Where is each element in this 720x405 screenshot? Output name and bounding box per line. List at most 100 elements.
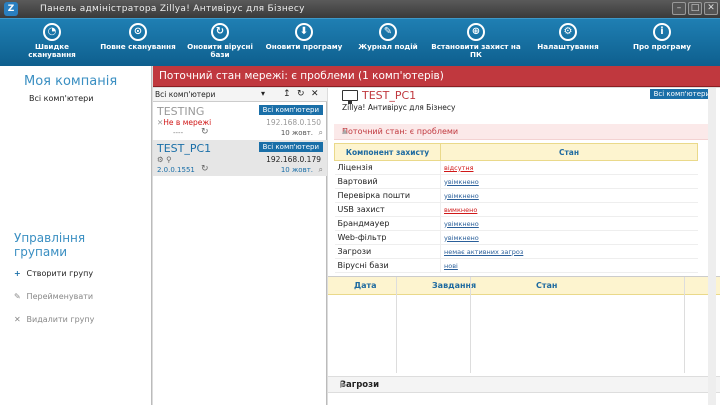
pin-icon[interactable]: ↥ [283,89,291,99]
all-computers-item[interactable]: Всі комп'ютери [29,94,93,103]
journal-button[interactable]: ✎ Журнал подій [350,19,426,67]
offline-status: ✕Не в мережі [157,118,212,127]
refresh-icon[interactable]: ↻ [201,164,209,174]
group-badge: Всі комп'ютери [258,105,323,115]
component-state-link[interactable]: увімкнено [440,230,698,245]
computer-list-panel: Всі комп'ютери ▾ ↥ ↻ ✕ TESTING Всі комп'… [153,88,327,405]
component-name: Брандмауер [334,216,441,231]
computer-date: 10 жовт. [280,129,313,137]
company-title[interactable]: Моя компанія [24,74,117,89]
plus-icon: + [14,269,21,278]
gear-icon: ⚙ ⚲ [157,155,172,164]
minimize-button[interactable]: – [672,2,686,15]
settings-icon: ⚙ [559,23,577,41]
install-protection-button[interactable]: ⊕ Встановити захист на ПК [430,19,522,67]
component-name: Web-фільтр [334,230,441,245]
detail-product-name: Zillya! Антивірус для Бізнесу [342,103,456,112]
table-row: Загрози немає активних загроз [334,244,698,259]
network-status-text: Поточний стан мережі: є проблеми (1 комп… [159,70,444,82]
chevron-down-icon[interactable]: ▾ [261,89,265,98]
computer-name: TESTING [157,105,205,118]
column-divider [396,277,397,373]
vertical-scrollbar[interactable] [708,88,716,405]
component-name: USB захист [334,202,441,217]
component-state-link[interactable]: немає активних загроз [440,244,698,259]
delete-group-button[interactable]: ✕ Видалити групу [14,315,94,324]
settings-button[interactable]: ⚙ Налаштування [528,19,608,67]
about-button[interactable]: i Про програму [622,19,702,67]
column-divider [470,277,471,373]
chevron-right-icon[interactable]: ▶ [340,380,690,389]
detail-header: TEST_PC1 Zillya! Антивірус для Бізнесу В… [328,88,720,128]
search-icon[interactable]: ⌕ [319,165,323,175]
table-row: Перевірка пошти увімкнено [334,188,698,203]
component-state-link[interactable]: увімкнено [440,174,698,189]
refresh-icon[interactable]: ↻ [201,127,209,137]
column-header-component: Компонент захисту [334,143,441,161]
search-icon[interactable]: ⌕ [319,128,323,138]
group-badge: Всі комп'ютери [258,142,323,152]
computer-date: 10 жовт. [280,166,313,174]
close-button[interactable]: ✕ [704,2,718,15]
table-row: USB захист вимкнено [334,202,698,217]
computer-ip: 192.168.0.179 [266,155,321,164]
computer-detail-panel: TEST_PC1 Zillya! Антивірус для Бізнесу В… [328,88,720,405]
task-history-header: Дата Завдання Стан [328,277,720,295]
column-header-state: Стан [440,143,698,161]
update-db-icon: ↻ [211,23,229,41]
detail-status-bar[interactable]: Поточний стан: є проблеми ▲ [334,124,708,140]
quick-scan-icon: ◔ [43,23,61,41]
component-name: Вірусні бази [334,258,441,273]
component-name: Загрози [334,244,441,259]
chevron-up-icon[interactable]: ▲ [342,127,700,135]
install-icon: ⊕ [467,23,485,41]
network-status-banner: Поточний стан мережі: є проблеми (1 комп… [153,66,720,87]
quick-scan-button[interactable]: ◔ Швидке сканування [16,19,88,67]
component-state-link[interactable]: увімкнено [440,216,698,231]
computer-name: TEST_PC1 [157,142,212,155]
components-table: Компонент захисту Стан Ліцензія відсутня… [334,143,698,273]
computer-ip: 192.168.0.150 [266,118,321,127]
computer-version: ---- [173,129,184,137]
column-divider [684,277,685,373]
create-group-button[interactable]: + Створити групу [14,269,93,278]
update-app-icon: ⬇ [295,23,313,41]
journal-icon: ✎ [379,23,397,41]
component-state-link[interactable]: вимкнено [440,202,698,217]
computer-row-test-pc1[interactable]: TEST_PC1 Всі комп'ютери ⚙ ⚲ 192.168.0.17… [153,140,327,176]
monitor-icon [342,90,358,104]
computer-row-testing[interactable]: TESTING Всі комп'ютери ✕Не в мережі 192.… [153,103,327,139]
table-row: Вірусні бази нові [334,258,698,273]
threats-section-bar[interactable]: Загрози ▶ [328,376,720,393]
rename-group-button[interactable]: ✎ Перейменувати [14,292,93,301]
main-toolbar: ◔ Швидке сканування ⊙ Повне сканування ↻… [0,18,720,66]
maximize-button[interactable]: □ [688,2,702,15]
task-history-table: Дата Завдання Стан [328,276,720,373]
title-bar: Z Панель адміністратора Zillya! Антивіру… [0,0,720,18]
detail-pc-name: TEST_PC1 [362,89,417,102]
delete-icon: ✕ [14,315,21,324]
close-icon[interactable]: ✕ [311,89,319,99]
full-scan-icon: ⊙ [129,23,147,41]
rename-icon: ✎ [14,292,21,301]
refresh-icon[interactable]: ↻ [297,89,305,99]
window-title: Панель адміністратора Zillya! Антивірус … [40,4,305,14]
info-icon: i [653,23,671,41]
computer-version: 2.0.0.1551 [157,166,195,174]
full-scan-button[interactable]: ⊙ Повне сканування [98,19,178,67]
computer-filter-bar: Всі комп'ютери ▾ ↥ ↻ ✕ [153,88,327,102]
component-state-link[interactable]: нові [440,258,698,273]
component-name: Вартовий [334,174,441,189]
table-row: Вартовий увімкнено [334,174,698,189]
component-name: Перевірка пошти [334,188,441,203]
table-row: Web-фільтр увімкнено [334,230,698,245]
component-state-link[interactable]: відсутня [440,160,698,175]
component-state-link[interactable]: увімкнено [440,188,698,203]
group-management-title: Управління групами [14,231,86,259]
column-header-date: Дата [354,281,377,290]
update-app-button[interactable]: ⬇ Оновити програму [262,19,346,67]
update-db-button[interactable]: ↻ Оновити вірусні бази [182,19,258,67]
detail-group-badge: Всі комп'ютери [649,89,714,99]
computer-filter-select[interactable]: Всі комп'ютери [155,90,215,99]
table-row: Ліцензія відсутня [334,160,698,175]
